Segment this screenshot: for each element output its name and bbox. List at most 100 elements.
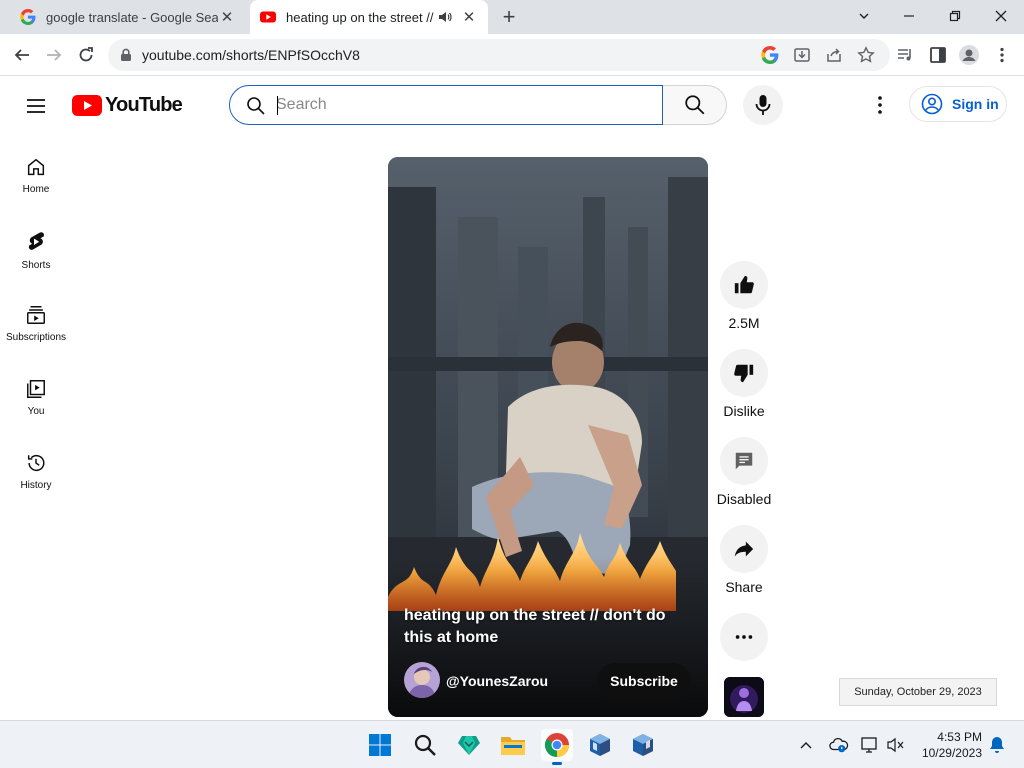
youtube-play-icon (72, 95, 102, 116)
taskbar-search[interactable] (409, 729, 441, 761)
tab-close-icon[interactable]: ✕ (460, 8, 478, 26)
tab-close-icon[interactable]: ✕ (218, 8, 236, 26)
guide-item-history[interactable]: History (0, 436, 72, 506)
back-button[interactable] (10, 43, 34, 67)
dislike-button[interactable] (720, 349, 768, 397)
guide-label: Subscriptions (5, 332, 67, 343)
text-caret (277, 96, 278, 115)
chevron-down-icon (859, 13, 869, 19)
thumbs-down-icon (734, 364, 754, 383)
security-icon (458, 736, 480, 755)
speaker-muted-icon (887, 737, 904, 753)
show-hidden-icons-button[interactable] (796, 735, 816, 755)
search-box[interactable] (229, 85, 663, 125)
settings-more-button[interactable] (868, 93, 892, 117)
short-caption: heating up on the street // don't do thi… (404, 607, 666, 646)
guide-item-home[interactable]: Home (0, 140, 72, 210)
search-icon (684, 95, 704, 115)
taskbar-file-explorer[interactable] (497, 729, 529, 761)
home-icon (27, 158, 45, 176)
more-horiz-icon (735, 635, 753, 639)
comments-button[interactable] (720, 437, 768, 485)
tab-title: heating up on the street // don't do thi… (286, 9, 434, 25)
shorts-video-player[interactable]: heating up on the street // don't do thi… (388, 157, 708, 717)
share-page-icon[interactable] (825, 46, 843, 64)
network-icon (861, 737, 877, 753)
hamburger-menu-icon (27, 99, 45, 113)
forward-button[interactable] (42, 43, 66, 67)
restore-icon (949, 10, 961, 22)
guide-menu-button[interactable] (24, 94, 48, 118)
guide-label: Home (22, 184, 50, 195)
bell-icon (990, 737, 1004, 753)
like-button[interactable] (720, 261, 768, 309)
side-panel-icon[interactable] (928, 45, 948, 65)
bookmark-star-icon[interactable] (857, 46, 875, 64)
google-translate-icon[interactable] (761, 46, 779, 64)
close-icon (995, 10, 1007, 22)
youtube-icon (260, 11, 276, 23)
channel-name[interactable]: @YounesZarou (446, 673, 548, 689)
sign-in-label: Sign in (952, 96, 999, 112)
taskbar-clock[interactable]: 4:53 PM 10/29/2023 (912, 729, 982, 761)
tab-youtube-short[interactable]: heating up on the street // don't do thi… (250, 0, 488, 34)
share-button[interactable] (720, 525, 768, 573)
onedrive-tray-icon[interactable] (829, 735, 849, 755)
channel-avatar[interactable] (404, 662, 440, 698)
lock-icon[interactable] (120, 48, 132, 62)
chevron-up-icon (800, 742, 812, 749)
sound-thumbnail[interactable] (724, 677, 764, 717)
notifications-button[interactable] (987, 735, 1007, 755)
comments-label: Disabled (716, 491, 772, 507)
reload-button[interactable] (74, 43, 98, 67)
start-icon (369, 734, 391, 756)
minimize-button[interactable] (895, 4, 923, 28)
more-vert-icon (878, 96, 882, 114)
profile-avatar-icon[interactable] (959, 45, 979, 65)
guide-item-you[interactable]: You (0, 362, 72, 432)
minimize-icon (904, 15, 914, 17)
tab-search-button[interactable] (850, 4, 878, 28)
account-circle-icon (921, 93, 943, 115)
url-text: youtube.com/shorts/ENPfSOcchV8 (142, 47, 360, 63)
dislike-action: Dislike (716, 349, 772, 419)
tab-google-search[interactable]: google translate - Google Search ✕ (10, 0, 246, 34)
share-arrow-icon (734, 541, 754, 557)
arrow-left-icon (14, 49, 29, 61)
subscribe-button[interactable]: Subscribe (597, 663, 691, 699)
thumbs-up-icon (734, 275, 754, 294)
new-tab-button[interactable]: + (498, 4, 520, 29)
media-control-icon[interactable] (896, 45, 916, 65)
history-icon (27, 455, 45, 472)
install-app-icon[interactable] (793, 46, 811, 64)
taskbar-virtualbox[interactable] (584, 729, 616, 761)
arrow-right-icon (47, 49, 62, 61)
network-tray-icon[interactable] (858, 735, 878, 755)
chrome-icon (544, 733, 569, 757)
microphone-icon (755, 95, 771, 115)
speaker-icon[interactable] (438, 10, 452, 24)
address-bar[interactable]: youtube.com/shorts/ENPfSOcchV8 (108, 39, 890, 71)
chrome-menu-icon[interactable] (992, 45, 1012, 65)
restore-button[interactable] (941, 4, 969, 28)
more-actions-button[interactable] (720, 613, 768, 661)
guide-label: Shorts (21, 260, 51, 271)
guide-item-shorts[interactable]: Shorts (0, 214, 72, 284)
dislike-label: Dislike (723, 403, 765, 419)
voice-search-button[interactable] (743, 85, 783, 125)
share-action: Share (716, 525, 772, 595)
search-input[interactable] (276, 94, 646, 116)
tab-title: google translate - Google Search (46, 9, 218, 25)
guide-item-subscriptions[interactable]: Subscriptions (0, 288, 72, 358)
start-button[interactable] (364, 729, 396, 761)
comments-action: Disabled (716, 437, 772, 507)
youtube-logo[interactable]: YouTube (72, 94, 183, 117)
sign-in-button[interactable]: Sign in (909, 86, 1007, 122)
volume-tray-icon[interactable] (886, 735, 906, 755)
taskbar-virtualbox-vm[interactable] (627, 729, 659, 761)
browser-toolbar: youtube.com/shorts/ENPfSOcchV8 (0, 34, 1024, 76)
search-button[interactable] (663, 85, 727, 125)
close-window-button[interactable] (987, 4, 1015, 28)
taskbar-security-app[interactable] (453, 729, 485, 761)
taskbar-chrome[interactable] (541, 729, 573, 765)
